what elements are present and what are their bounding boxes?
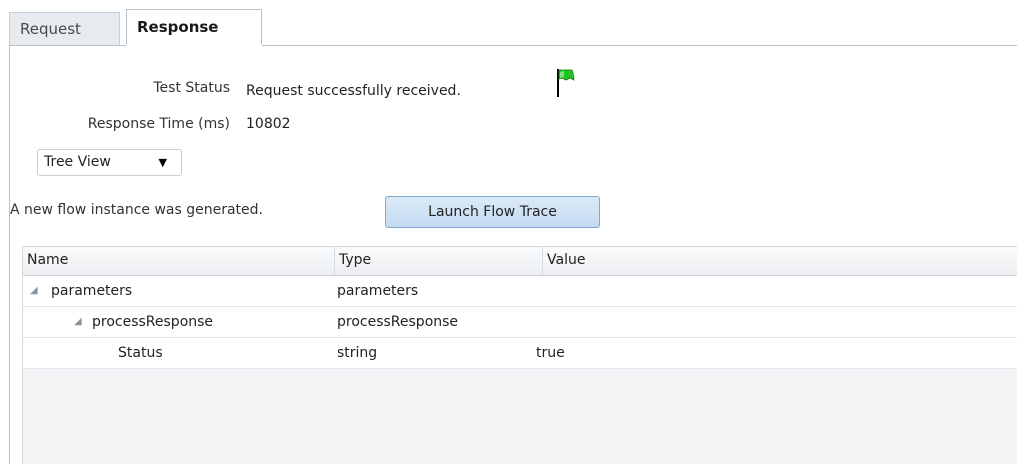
row-name: parameters (51, 283, 133, 299)
table-row[interactable]: ◢ processResponse processResponse (23, 307, 1017, 338)
flow-instance-message: A new flow instance was generated. (10, 202, 263, 218)
triangle-expanded-icon[interactable]: ◢ (30, 276, 38, 307)
column-header-type[interactable]: Type (335, 247, 543, 275)
tab-divider (9, 45, 126, 46)
column-header-value[interactable]: Value (543, 247, 1017, 275)
response-time-label: Response Time (ms) (87, 116, 230, 132)
response-time-value: 10802 (246, 116, 291, 132)
row-type: parameters (337, 283, 419, 299)
green-flag-icon (556, 68, 576, 98)
table-header: Name Type Value (23, 247, 1017, 276)
table-row[interactable]: ◢ parameters parameters (23, 276, 1017, 307)
row-type: processResponse (337, 314, 459, 330)
test-status-value: Request successfully received. (246, 83, 461, 99)
tab-divider (262, 45, 1017, 46)
tab-response[interactable]: Response (126, 9, 262, 45)
launch-flow-trace-button[interactable]: Launch Flow Trace (385, 196, 600, 228)
view-mode-select[interactable]: Tree View ▼ (37, 149, 182, 176)
view-mode-select-value: Tree View (44, 154, 111, 170)
row-value: true (536, 345, 565, 361)
row-name: Status (118, 345, 163, 361)
row-type: string (337, 345, 378, 361)
tab-bar: Request Response (0, 0, 1017, 46)
test-status-label: Test Status (153, 80, 230, 96)
triangle-expanded-icon[interactable]: ◢ (74, 307, 82, 338)
panel-border (9, 45, 10, 464)
response-tree-table: Name Type Value ◢ parameters parameters … (22, 246, 1017, 464)
table-row[interactable]: Status string true (23, 338, 1017, 369)
column-header-name[interactable]: Name (23, 247, 335, 275)
chevron-down-icon: ▼ (158, 156, 167, 169)
tab-request[interactable]: Request (9, 12, 120, 46)
response-tester-panel: Request Response Test Status Request suc… (0, 0, 1017, 464)
row-name: processResponse (92, 314, 214, 330)
